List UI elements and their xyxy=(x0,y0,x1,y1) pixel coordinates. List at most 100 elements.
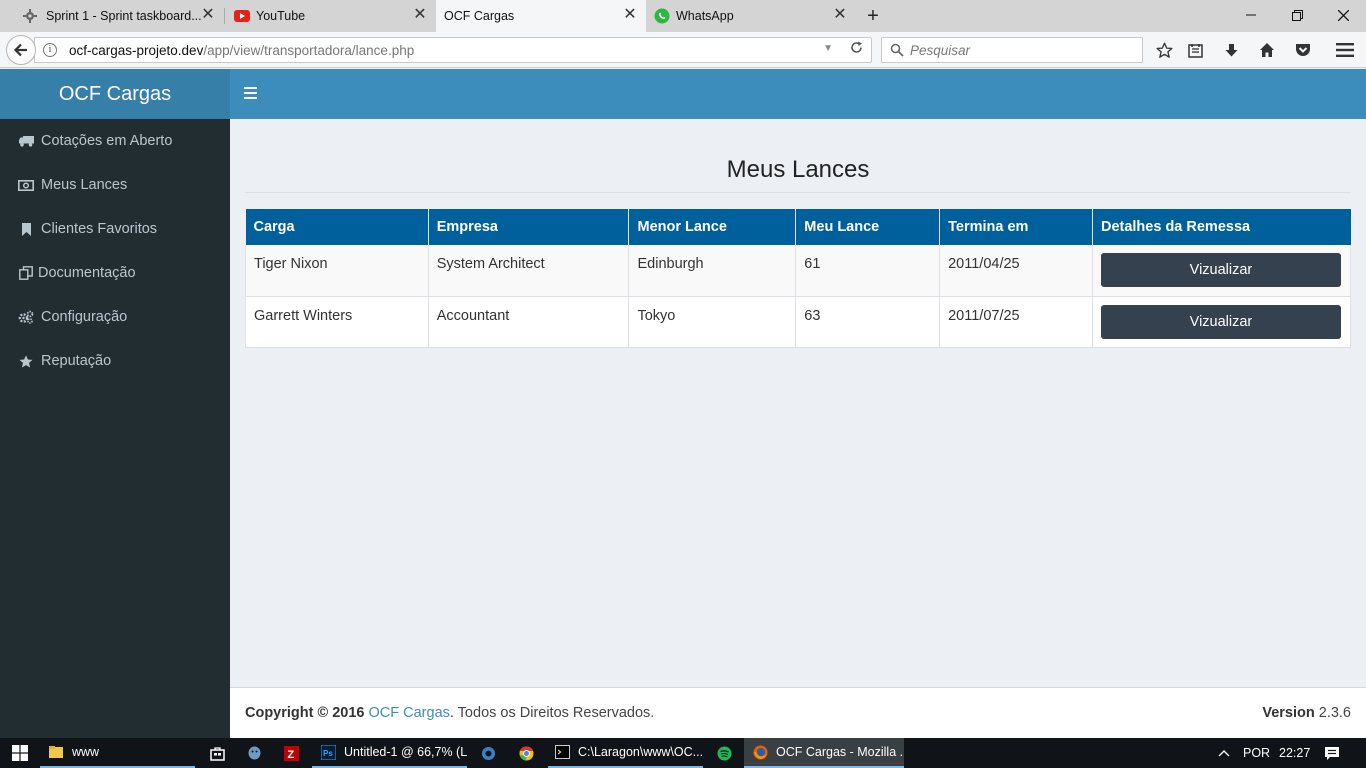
cell-meu-lance: 63 xyxy=(795,296,941,348)
windows-logo-icon xyxy=(12,745,28,761)
copy-icon xyxy=(18,265,34,281)
cell-carga: Tiger Nixon xyxy=(245,245,429,297)
lances-table: Carga Empresa Menor Lance Meu Lance Term… xyxy=(245,209,1352,348)
cell-detalhes: Vizualizar xyxy=(1092,245,1352,297)
sidebar-toggle-icon[interactable] xyxy=(244,87,258,101)
footer-version: Version 2.3.6 xyxy=(1262,705,1351,721)
arrow-left-icon xyxy=(13,43,27,57)
taskbar-chrome-icon[interactable] xyxy=(518,738,536,768)
tab-youtube[interactable]: YouTube ✕ xyxy=(224,0,436,32)
tab-whatsapp[interactable]: WhatsApp ✕ xyxy=(646,0,856,32)
back-button[interactable] xyxy=(6,35,36,65)
taskbar-item-photoshop[interactable]: Ps Untitled-1 @ 66,7% (L... xyxy=(312,738,467,768)
taskbar-item-firefox[interactable]: OCF Cargas - Mozilla ... xyxy=(744,738,904,768)
sidebar-item-clientes-favoritos[interactable]: Clientes Favoritos xyxy=(0,207,230,251)
column-header-meu-lance[interactable]: Meu Lance xyxy=(795,209,941,245)
tab-sprint[interactable]: Sprint 1 - Sprint taskboard... ✕ xyxy=(0,0,224,32)
start-button[interactable] xyxy=(0,738,40,768)
bookmark-icon xyxy=(18,221,34,237)
version-label: Version xyxy=(1262,705,1315,721)
sidebar-item-label: Clientes Favoritos xyxy=(41,221,158,237)
truck-icon xyxy=(18,133,34,149)
vizualizar-button[interactable]: Vizualizar xyxy=(1100,304,1341,339)
address-bar[interactable]: i ocf-cargas-projeto.dev/app/view/transp… xyxy=(34,37,872,63)
restore-window-button[interactable] xyxy=(1274,0,1320,30)
page-title: Meus Lances xyxy=(726,156,870,183)
svg-text:Z: Z xyxy=(287,749,294,761)
windows-taskbar: www Z Ps Untitled-1 @ 66,7% (L... C:\Lar… xyxy=(0,738,1366,768)
info-icon[interactable]: i xyxy=(43,43,57,57)
sidebar: Cotações em Aberto Meus Lances Clientes … xyxy=(0,119,230,738)
taskbar-item-label: C:\Laragon\www\OC... xyxy=(578,745,703,759)
table-row: Garrett Winters Accountant Tokyo 63 2011… xyxy=(245,296,1352,348)
tab-label: Sprint 1 - Sprint taskboard... xyxy=(46,9,202,23)
pocket-icon[interactable] xyxy=(1293,40,1313,60)
cell-termina-em: 2011/04/25 xyxy=(939,245,1093,297)
reload-icon[interactable] xyxy=(850,41,863,58)
cell-termina-em: 2011/07/25 xyxy=(939,296,1093,348)
close-tab-icon[interactable]: ✕ xyxy=(200,7,216,23)
taskbar-spotify-icon[interactable] xyxy=(716,738,734,768)
taskbar-filezilla-icon[interactable]: Z xyxy=(283,738,301,768)
close-tab-icon[interactable]: ✕ xyxy=(832,7,848,23)
title-divider xyxy=(245,192,1351,193)
tray-expand-icon[interactable] xyxy=(1218,738,1230,768)
home-icon[interactable] xyxy=(1257,40,1277,60)
svg-text:Ps: Ps xyxy=(323,749,333,758)
notifications-icon[interactable] xyxy=(1324,738,1340,768)
vizualizar-button[interactable]: Vizualizar xyxy=(1100,253,1341,287)
column-header-termina-em[interactable]: Termina em xyxy=(939,209,1093,245)
tab-label: WhatsApp xyxy=(676,9,734,23)
sidebar-item-meus-lances[interactable]: Meus Lances xyxy=(0,163,230,207)
taskbar-item-www[interactable]: www xyxy=(40,738,195,768)
taskbar-app-icon[interactable] xyxy=(480,738,498,768)
url-domain: ocf-cargas-projeto.dev xyxy=(69,42,204,58)
sidebar-item-reputacao[interactable]: Reputação xyxy=(0,339,230,383)
menu-icon[interactable] xyxy=(1335,40,1355,60)
column-header-detalhes[interactable]: Detalhes da Remessa xyxy=(1092,209,1351,245)
tab-label: OCF Cargas xyxy=(444,9,515,23)
column-header-carga[interactable]: Carga xyxy=(245,209,429,245)
close-tab-icon[interactable]: ✕ xyxy=(412,7,428,23)
taskbar-store-icon[interactable] xyxy=(209,738,227,768)
chevron-down-icon[interactable]: ▼ xyxy=(823,43,833,54)
browser-tab-strip: Sprint 1 - Sprint taskboard... ✕ YouTube… xyxy=(0,0,1366,32)
column-header-menor-lance[interactable]: Menor Lance xyxy=(628,209,797,245)
reading-list-icon[interactable] xyxy=(1185,40,1205,60)
youtube-icon xyxy=(234,9,250,23)
app-topbar xyxy=(230,69,1366,119)
url-text: ocf-cargas-projeto.dev/app/view/transpor… xyxy=(69,43,414,58)
main-content: Meus Lances Carga Empresa Menor Lance Me… xyxy=(230,119,1366,687)
table-row: Tiger Nixon System Architect Edinburgh 6… xyxy=(245,245,1352,297)
cell-meu-lance: 61 xyxy=(795,245,941,297)
close-window-button[interactable] xyxy=(1320,0,1366,30)
tab-ocf-cargas[interactable]: OCF Cargas ✕ xyxy=(436,0,646,32)
tab-label: YouTube xyxy=(256,9,306,23)
column-header-empresa[interactable]: Empresa xyxy=(428,209,630,245)
close-tab-icon[interactable]: ✕ xyxy=(622,7,638,23)
version-number: 2.3.6 xyxy=(1318,705,1351,721)
search-input[interactable]: Pesquisar xyxy=(881,37,1143,63)
bookmark-star-icon[interactable] xyxy=(1154,40,1174,60)
cell-carga: Garrett Winters xyxy=(245,296,429,348)
app-logo[interactable]: OCF Cargas xyxy=(0,69,230,119)
language-indicator[interactable]: POR xyxy=(1243,738,1270,768)
taskbar-item-label: www xyxy=(72,745,100,759)
sidebar-item-cotacoes[interactable]: Cotações em Aberto xyxy=(0,119,230,163)
url-path: /app/view/transportadora/lance.php xyxy=(203,42,415,58)
gear-favicon-icon xyxy=(22,9,38,23)
page-footer: Copyright © 2016 OCF Cargas. Todos os Di… xyxy=(230,687,1366,738)
taskbar-database-icon[interactable] xyxy=(246,738,264,768)
footer-copyright: Copyright © 2016 OCF Cargas. Todos os Di… xyxy=(245,705,654,721)
footer-brand-link[interactable]: OCF Cargas xyxy=(369,705,450,721)
cell-menor-lance: Tokyo xyxy=(628,296,797,348)
new-tab-button[interactable]: + xyxy=(862,5,884,27)
sidebar-item-documentacao[interactable]: Documentação xyxy=(0,251,230,295)
minimize-window-button[interactable] xyxy=(1228,0,1274,30)
download-icon[interactable] xyxy=(1221,40,1241,60)
sidebar-item-configuracao[interactable]: Configuração xyxy=(0,295,230,339)
cogs-icon xyxy=(18,309,34,325)
money-icon xyxy=(18,177,34,193)
taskbar-item-cmd[interactable]: C:\Laragon\www\OC... xyxy=(548,738,703,768)
clock[interactable]: 22:27 xyxy=(1279,738,1310,768)
